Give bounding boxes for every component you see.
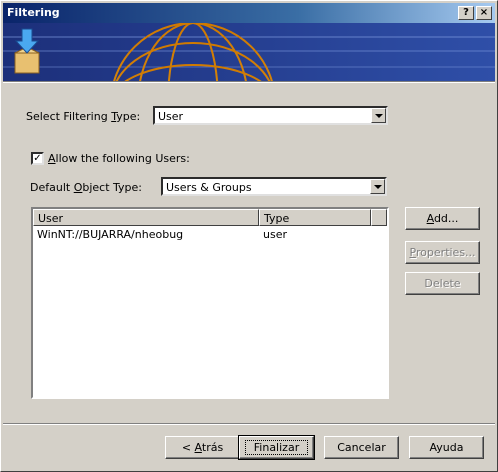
chevron-down-icon[interactable] [371,108,386,123]
title-bar: Filtering ? × [3,3,495,23]
cancel-button[interactable]: Cancelar [324,436,399,459]
chevron-down-icon[interactable] [370,179,385,194]
properties-button[interactable]: Properties... [405,241,480,264]
column-header-type[interactable]: Type [259,209,371,226]
footer-separator [3,423,495,425]
column-header-filler [371,209,387,226]
type-cell: user [263,228,287,241]
table-row[interactable]: WinNT://BUJARRA/nheobug user [33,226,387,242]
add-button[interactable]: Add... [405,207,480,230]
banner-separator [3,81,495,83]
users-list[interactable]: User Type WinNT://BUJARRA/nheobug user [31,207,389,399]
help-button[interactable]: Ayuda [409,436,484,459]
help-title-button[interactable]: ? [458,6,474,20]
close-title-button[interactable]: × [476,6,492,20]
back-button[interactable]: < Atrás [165,436,240,459]
finish-button[interactable]: Finalizar [238,435,315,460]
column-header-user[interactable]: User [33,209,259,226]
object-type-select[interactable]: Users & Groups [161,177,387,196]
window-title: Filtering [7,6,60,19]
dialog-window: Filtering ? × Select Filtering Type: Use… [0,0,498,472]
globe-banner-graphic [3,23,495,81]
object-type-label: Default Object Type: [30,181,143,194]
filtering-type-label: Select Filtering Type: [26,110,141,123]
allow-users-label[interactable]: Allow the following Users: [48,152,190,165]
filtering-type-select[interactable]: User [153,106,388,125]
allow-users-checkbox[interactable]: ✓ [31,152,44,165]
header-banner [3,23,495,81]
user-cell: WinNT://BUJARRA/nheobug [37,228,184,241]
delete-button[interactable]: Delete [405,272,480,295]
